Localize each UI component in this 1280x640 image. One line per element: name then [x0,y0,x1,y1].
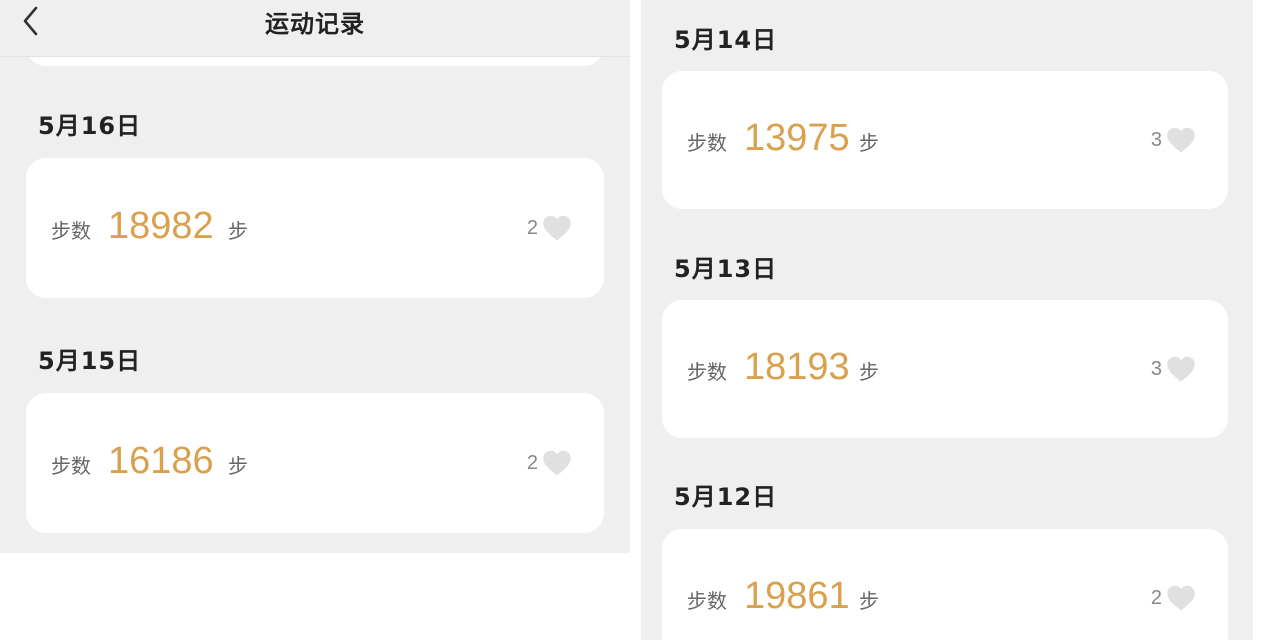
heart-icon [1167,127,1195,153]
like-count: 2 [526,216,538,239]
date-label: 5月13日 [674,255,778,283]
like-count: 3 [1150,357,1162,380]
like-count: 3 [1150,128,1162,151]
date-label: 5月15日 [38,347,142,375]
like-button[interactable]: 3 [1151,126,1196,154]
steps-unit: 步 [859,131,879,155]
right-screen: 5月14日 步数 13975 步 3 5月13日 步数 18193 步 3 5月… [641,0,1253,640]
steps-value: 19861 [744,575,850,617]
steps-label: 步数 [687,131,727,155]
steps-unit: 步 [859,589,879,613]
heart-icon [543,450,571,476]
date-label: 5月12日 [674,483,778,511]
steps-label: 步数 [51,454,91,478]
step-record-card[interactable]: 步数 19861 步 2 [662,529,1228,640]
step-record-card[interactable]: 步数 16186 步 2 [26,393,604,533]
step-record-card[interactable]: 步数 18982 步 2 [26,158,604,298]
like-count: 2 [1150,586,1162,609]
steps-unit: 步 [228,219,248,243]
steps-unit: 步 [228,454,248,478]
like-count: 2 [526,451,538,474]
step-record-card[interactable]: 步数 18193 步 3 [662,300,1228,438]
date-label: 5月14日 [674,26,778,54]
nav-bar: 运动记录 [0,0,630,57]
page-title: 运动记录 [265,10,365,38]
step-record-card[interactable]: 步数 13975 步 3 [662,71,1228,209]
left-screen: 运动记录 5月16日 步数 18982 步 2 5月15日 步数 16186 步… [0,0,630,553]
steps-value: 18193 [744,346,850,388]
steps-value: 13975 [744,117,850,159]
like-button[interactable]: 3 [1151,355,1196,383]
steps-label: 步数 [687,589,727,613]
steps-value: 16186 [108,440,214,482]
steps-unit: 步 [859,360,879,384]
steps-value: 18982 [108,205,214,247]
heart-icon [1167,585,1195,611]
like-button[interactable]: 2 [1151,584,1196,612]
like-button[interactable]: 2 [527,214,572,242]
like-button[interactable]: 2 [527,449,572,477]
date-label: 5月16日 [38,112,142,140]
steps-label: 步数 [51,219,91,243]
heart-icon [1167,356,1195,382]
heart-icon [543,215,571,241]
steps-label: 步数 [687,360,727,384]
